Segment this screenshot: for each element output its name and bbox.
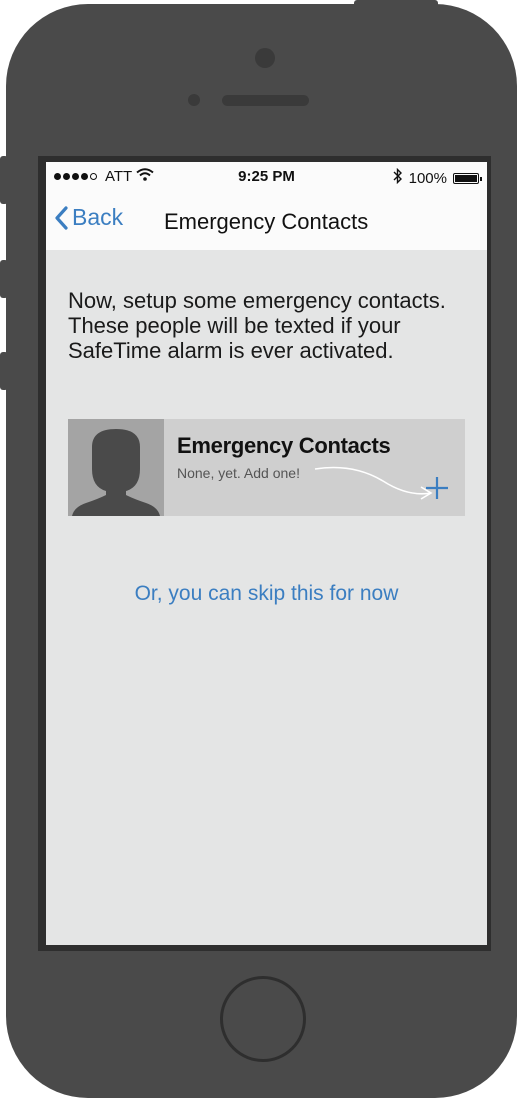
card-subtitle: None, yet. Add one! [177,465,300,481]
avatar [68,419,164,516]
earpiece-speaker [222,95,309,106]
emergency-contacts-card[interactable]: Emergency Contacts None, yet. Add one! [68,419,465,516]
app-screen: ATT 9:25 PM 100% Back Emergency Contacts… [46,162,487,945]
battery-percent: 100% [408,169,447,187]
status-left: ATT [54,168,154,185]
status-right: 100% [393,167,482,188]
home-button[interactable] [220,976,306,1062]
front-camera [255,48,275,68]
bluetooth-icon [393,167,403,188]
device-mockup: ATT 9:25 PM 100% Back Emergency Contacts… [0,0,523,1101]
battery-icon [453,172,482,184]
carrier-label: ATT [105,168,133,185]
navigation-bar: Back Emergency Contacts [46,190,487,250]
chevron-left-icon [55,205,68,230]
curved-arrow-icon [314,466,433,500]
wifi-icon [136,168,154,185]
intro-text: Now, setup some emergency contacts. Thes… [68,288,446,363]
status-bar: ATT 9:25 PM 100% [46,162,487,190]
signal-dots-icon [54,173,97,180]
plus-icon[interactable] [424,475,450,501]
back-button[interactable]: Back [54,204,123,231]
person-silhouette-icon [72,429,160,516]
skip-link[interactable]: Or, you can skip this for now [46,582,487,606]
back-label: Back [72,204,124,230]
page-title: Emergency Contacts [164,209,369,234]
card-title: Emergency Contacts [177,433,391,458]
proximity-sensor [188,94,200,106]
